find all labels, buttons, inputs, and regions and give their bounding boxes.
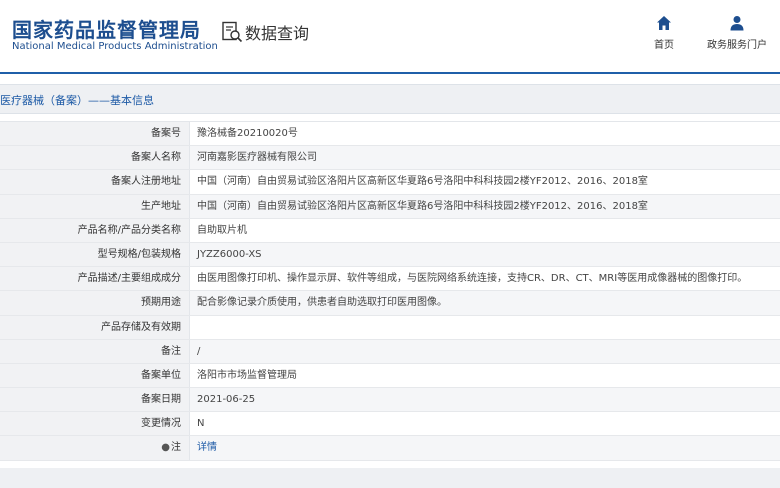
field-value: 中国（河南）自由贸易试验区洛阳片区高新区华夏路6号洛阳中科科技园2楼YF2012… [197, 176, 648, 188]
table-row: 备案日期 2021-06-25 [0, 388, 780, 413]
table-row: 备注 / [0, 339, 780, 364]
table-row: 变更情况 N [0, 412, 780, 437]
table-row: 生产地址 中国（河南）自由贸易试验区洛阳片区高新区华夏路6号洛阳中科科技园2楼Y… [0, 194, 780, 219]
field-label: 产品描述/主要组成成分 [0, 267, 190, 291]
footer-strip [0, 468, 780, 488]
field-label: 生产地址 [0, 194, 190, 218]
details-link[interactable]: 详情 [190, 436, 780, 460]
field-label: 备注 [0, 339, 190, 363]
field-value: 豫洛械备20210020号 [197, 128, 298, 139]
document-search-icon [222, 21, 243, 43]
bullet-icon: ● [161, 442, 170, 454]
note-label: ●注 [0, 436, 190, 460]
field-value: N [197, 418, 205, 430]
table-row: 型号规格/包装规格 JYZZ6000-XS [0, 242, 780, 268]
field-value: 2021-06-25 [190, 388, 780, 412]
note-label-text: 注 [171, 442, 181, 454]
field-value: 中国（河南）自由贸易试验区洛阳片区高新区华夏路6号洛阳中科科技园2楼YF2012… [190, 194, 780, 218]
site-header: 国家药品监督管理局 National Medical Products Admi… [0, 0, 780, 72]
data-query-label: 数据查询 [245, 24, 310, 43]
field-value: 配合影像记录介质使用，供患者自助选取打印医用图像。 [190, 291, 780, 315]
field-label: 变更情况 [0, 412, 190, 436]
user-icon [730, 16, 744, 31]
field-value: / [190, 339, 780, 363]
breadcrumb: 医疗器械（备案）——基本信息 [0, 84, 780, 114]
table-row: 产品描述/主要组成成分 由医用图像打印机、操作显示屏、软件等组成，与医院网络系统… [0, 267, 780, 292]
field-label: 备案单位 [0, 363, 190, 388]
site-logo-title[interactable]: 国家药品监督管理局 [12, 14, 201, 43]
site-logo-subtitle: National Medical Products Administration [12, 41, 218, 52]
field-value: JYZZ6000-XS [190, 242, 780, 267]
field-value: 自助取片机 [197, 224, 247, 236]
table-row: 预期用途 配合影像记录介质使用，供患者自助选取打印医用图像。 [0, 291, 780, 316]
field-label: 型号规格/包装规格 [0, 242, 190, 267]
field-value: 由医用图像打印机、操作显示屏、软件等组成，与医院网络系统连接，支持CR、DR、C… [197, 273, 748, 285]
table-row: 备案人注册地址 中国（河南）自由贸易试验区洛阳片区高新区华夏路6号洛阳中科科技园… [0, 170, 780, 195]
nav-home-label: 首页 [654, 40, 674, 51]
field-label: 备案日期 [0, 388, 190, 412]
detail-table: 备案号 豫洛械备20210020号 备案人名称 河南嘉影医疗器械有限公司 备案人… [0, 121, 780, 461]
nav-home[interactable]: 首页 [654, 15, 674, 51]
breadcrumb-text: 医疗器械（备案）——基本信息 [0, 94, 154, 107]
table-row: 备案单位 洛阳市市场监督管理局 [0, 363, 780, 389]
nav-gov-services[interactable]: 政务服务门户 [707, 15, 767, 51]
field-label: 产品名称/产品分类名称 [0, 218, 190, 242]
field-value: 河南嘉影医疗器械有限公司 [190, 146, 780, 170]
nav-gov-services-label: 政务服务门户 [707, 40, 767, 51]
field-value: 洛阳市市场监督管理局 [197, 369, 297, 381]
table-row-note: ●注 详情 [0, 436, 780, 461]
header-divider [0, 72, 780, 74]
table-row: 产品名称/产品分类名称 自助取片机 [0, 218, 780, 243]
field-value [190, 316, 780, 339]
table-row: 产品存储及有效期 [0, 315, 780, 340]
field-label: 产品存储及有效期 [0, 315, 190, 339]
field-label: 预期用途 [0, 291, 190, 315]
field-label: 备案人名称 [0, 146, 190, 170]
data-query-title: 数据查询 [221, 20, 309, 44]
table-row: 备案号 豫洛械备20210020号 [0, 122, 780, 147]
field-label: 备案号 [0, 122, 190, 146]
home-icon [657, 16, 671, 30]
table-row: 备案人名称 河南嘉影医疗器械有限公司 [0, 146, 780, 171]
field-label: 备案人注册地址 [0, 170, 190, 194]
